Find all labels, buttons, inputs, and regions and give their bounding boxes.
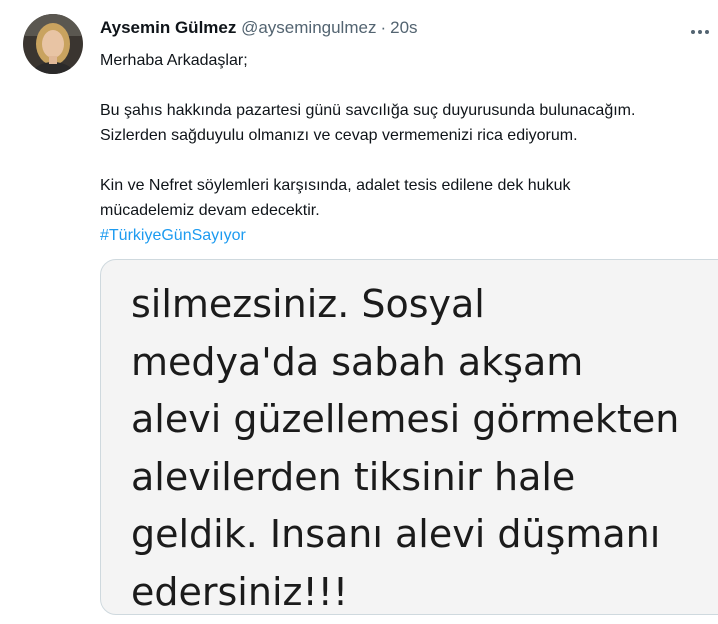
media-screenshot-text: silmezsiniz. Sosyal medya'da sabah akşam… <box>131 276 680 614</box>
media-text-line: medya'da sabah akşam <box>131 339 584 384</box>
media-text-line: geldik. Insanı alevi düşmanı <box>131 512 661 556</box>
author-handle[interactable]: @aysemingulmez <box>241 18 376 37</box>
tweet-media-image[interactable]: silmezsiniz. Sosyal medya'da sabah akşam… <box>100 259 718 615</box>
media-text-line: silmezsiniz. Sosyal <box>131 282 485 326</box>
tweet-paragraph: mücadelemiz devam edecektir. <box>100 202 320 219</box>
media-text-line: alevi güzellemesi görmekten <box>131 397 680 441</box>
tweet-paragraph: Sizlerden sağduyulu olmanızı ve cevap ve… <box>100 127 578 144</box>
tweet-header: Aysemin Gülmez @aysemingulmez · 20s <box>100 17 678 39</box>
media-text-line: edersiniz!!! <box>131 569 349 614</box>
avatar[interactable] <box>23 14 83 74</box>
hashtag-link[interactable]: #TürkiyeGünSayıyor <box>100 227 246 244</box>
tweet-paragraph: Bu şahıs hakkında pazartesi günü savcılı… <box>100 102 636 119</box>
avatar-image <box>23 14 83 74</box>
author-name[interactable]: Aysemin Gülmez <box>100 18 236 37</box>
header-separator: · <box>380 18 387 37</box>
media-text-line: alevilerden tiksinir hale <box>131 454 576 499</box>
tweet-timestamp[interactable]: 20s <box>390 18 417 37</box>
tweet-paragraph: Kin ve Nefret söylemleri karşısında, ada… <box>100 177 571 194</box>
tweet-text: Merhaba Arkadaşlar; Bu şahıs hakkında pa… <box>100 48 718 248</box>
tweet: Aysemin Gülmez @aysemingulmez · 20s Merhab… <box>0 0 718 624</box>
more-options-icon[interactable] <box>689 24 711 34</box>
tweet-paragraph: Merhaba Arkadaşlar; <box>100 52 248 69</box>
